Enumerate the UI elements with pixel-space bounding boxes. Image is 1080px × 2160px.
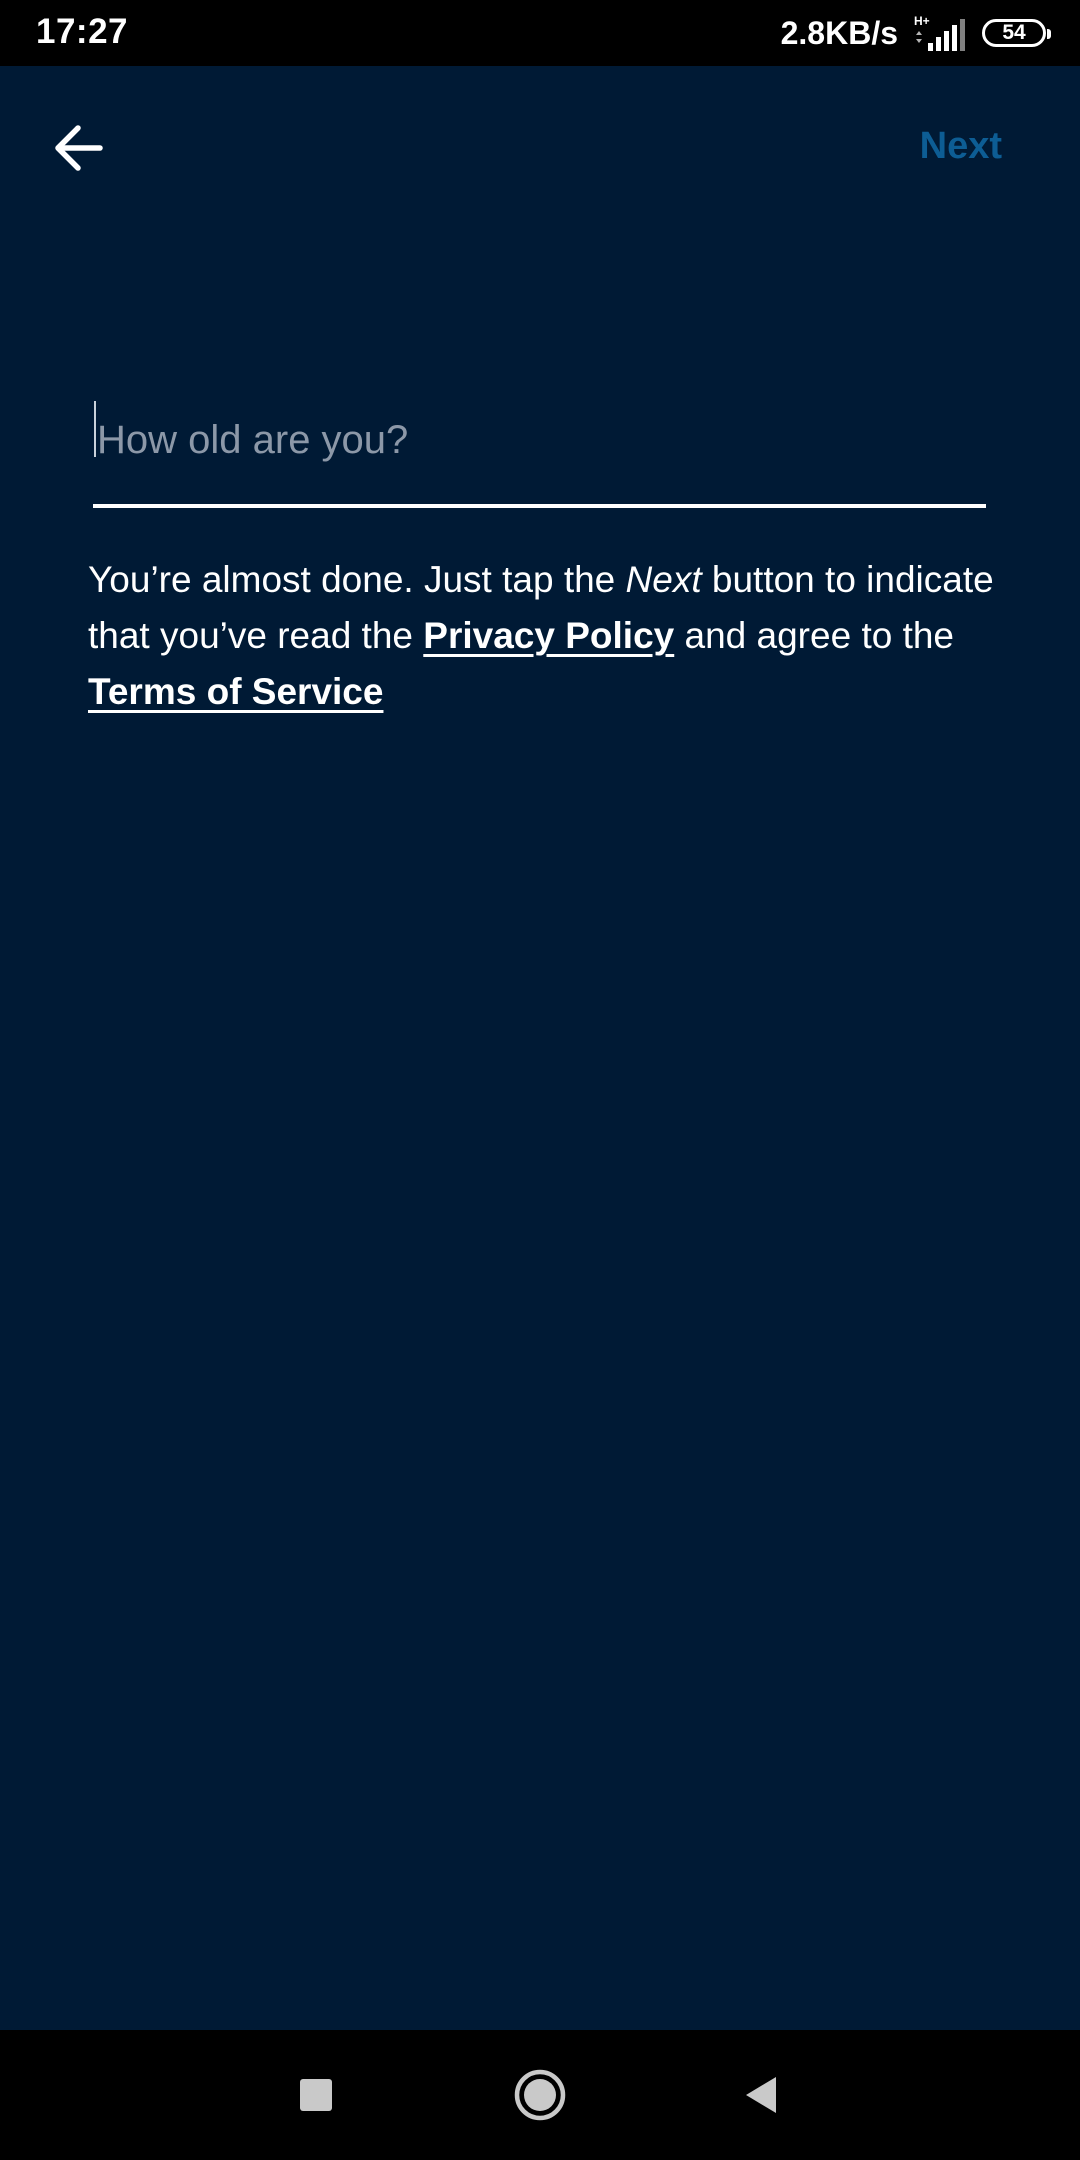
screen: 17:27 2.8KB/s H+ 54 Next How old are you… [0,0,1080,2160]
consent-part-1: You’re almost done. Just tap the [88,559,626,600]
back-triangle-icon [746,2077,776,2113]
battery-icon: 54 [982,19,1051,47]
consent-part-3: and agree to the [674,615,955,656]
system-nav-bar [0,2030,1080,2160]
arrow-left-icon [55,125,103,171]
consent-text: You’re almost done. Just tap the Next bu… [88,552,1018,720]
signal-icon: H+ [912,13,968,53]
recents-button[interactable] [271,2050,361,2140]
battery-level: 54 [1002,21,1026,44]
status-bar: 17:27 2.8KB/s H+ 54 [0,0,1080,66]
status-indicators: 2.8KB/s H+ 54 [780,10,1051,56]
next-button[interactable]: Next [920,116,1002,176]
home-button[interactable] [495,2050,585,2140]
recents-square-icon [300,2079,332,2111]
age-field [93,385,986,510]
age-input[interactable] [93,405,986,475]
home-circle-icon [514,2069,566,2121]
terms-of-service-link[interactable]: Terms of Service [88,671,383,712]
privacy-policy-link[interactable]: Privacy Policy [423,615,674,656]
battery-tip [1047,29,1051,39]
input-underline [93,504,986,508]
status-time: 17:27 [36,12,129,51]
network-speed: 2.8KB/s [780,14,898,51]
network-type-label: H+ [914,14,930,28]
nav-back-button[interactable] [716,2050,806,2140]
text-cursor [94,401,96,457]
back-button[interactable] [40,110,116,186]
next-word: Next [625,559,702,600]
